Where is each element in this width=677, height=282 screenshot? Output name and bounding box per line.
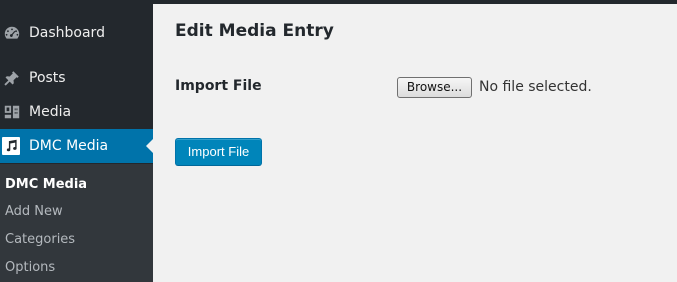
file-status-text: No file selected. xyxy=(479,79,592,95)
sidebar-item-label: Dashboard xyxy=(29,25,105,41)
import-file-button[interactable]: Import File xyxy=(175,138,262,166)
page-title: Edit Media Entry xyxy=(175,21,334,41)
sidebar-item-posts[interactable]: Posts xyxy=(0,61,153,95)
dashboard-icon xyxy=(2,23,22,43)
submenu-item-categories[interactable]: Categories xyxy=(5,232,75,247)
submenu-item-options[interactable]: Options xyxy=(5,260,55,275)
sidebar-item-label: DMC Media xyxy=(29,138,109,154)
submenu-item-dmc-media[interactable]: DMC Media xyxy=(5,177,87,192)
import-file-label: Import File xyxy=(175,78,262,94)
sidebar-item-dmc-media[interactable]: DMC Media xyxy=(0,129,154,163)
pushpin-icon xyxy=(2,68,22,88)
music-note-icon xyxy=(2,137,20,155)
submenu: DMC Media Add New Categories Options xyxy=(0,164,153,282)
media-icon xyxy=(2,102,22,122)
sidebar-item-media[interactable]: Media xyxy=(0,95,153,129)
sidebar-item-label: Posts xyxy=(29,70,66,86)
main-content: Edit Media Entry Import File Browse... N… xyxy=(153,4,677,282)
sidebar-item-dashboard[interactable]: Dashboard xyxy=(0,16,153,50)
sidebar-item-label: Media xyxy=(29,104,72,120)
submenu-item-add-new[interactable]: Add New xyxy=(5,204,63,219)
admin-sidebar: Dashboard Posts Media DMC Media DMC Medi… xyxy=(0,0,154,282)
browse-button[interactable]: Browse... xyxy=(397,77,472,98)
